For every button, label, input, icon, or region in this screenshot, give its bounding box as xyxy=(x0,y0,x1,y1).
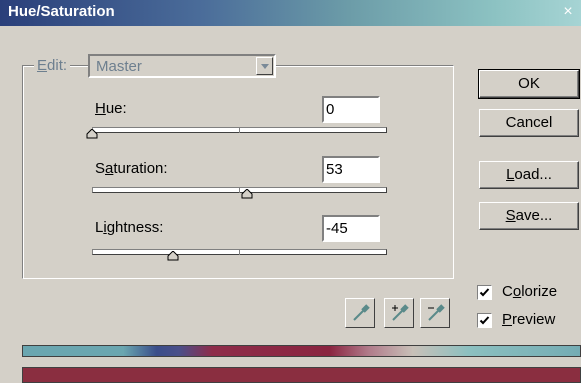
hue-input[interactable]: 0 xyxy=(322,96,380,123)
preview-label[interactable]: Preview xyxy=(502,311,555,328)
output-color-bar xyxy=(22,367,581,383)
lightness-slider-thumb[interactable] xyxy=(167,251,179,261)
saturation-label: Saturation: xyxy=(95,160,168,177)
preview-checkbox[interactable] xyxy=(477,313,492,328)
hue-saturation-dialog: Hue/Saturation × Edit: Master Hue: 0 Sat… xyxy=(0,0,581,383)
saturation-slider-thumb[interactable] xyxy=(241,189,253,199)
hue-slider-thumb[interactable] xyxy=(86,129,98,139)
eyedropper-add-button[interactable] xyxy=(384,298,414,328)
input-spectrum-bar xyxy=(22,345,581,357)
checkmark-icon xyxy=(479,316,490,325)
eyedropper-subtract-button[interactable] xyxy=(420,298,450,328)
edit-label: Edit: xyxy=(34,57,71,74)
colorize-checkbox[interactable] xyxy=(477,285,492,300)
eyedropper-minus-icon xyxy=(428,304,445,321)
eyedropper-icon xyxy=(353,304,370,321)
chevron-down-icon[interactable] xyxy=(256,57,273,75)
checkmark-icon xyxy=(479,288,490,297)
edit-dropdown[interactable]: Master xyxy=(88,54,276,78)
lightness-label: Lightness: xyxy=(95,219,164,236)
adjustment-group xyxy=(22,65,454,279)
lightness-input[interactable]: -45 xyxy=(322,215,380,242)
eyedropper-button[interactable] xyxy=(345,298,375,328)
title-bar[interactable]: Hue/Saturation × xyxy=(0,0,581,26)
window-title: Hue/Saturation xyxy=(8,3,115,20)
saturation-slider-track[interactable] xyxy=(92,187,387,193)
saturation-input[interactable]: 53 xyxy=(322,156,380,183)
load-button[interactable]: Load... xyxy=(479,161,579,189)
edit-dropdown-value: Master xyxy=(96,58,142,75)
hue-slider-track[interactable] xyxy=(92,127,387,133)
ok-button[interactable]: OK xyxy=(478,69,580,99)
cancel-button[interactable]: Cancel xyxy=(479,109,579,137)
close-icon[interactable]: × xyxy=(557,2,579,22)
lightness-slider-track[interactable] xyxy=(92,249,387,255)
save-button[interactable]: Save... xyxy=(479,202,579,230)
eyedropper-plus-icon xyxy=(392,304,409,321)
hue-label: Hue: xyxy=(95,100,127,117)
colorize-label[interactable]: Colorize xyxy=(502,283,557,300)
